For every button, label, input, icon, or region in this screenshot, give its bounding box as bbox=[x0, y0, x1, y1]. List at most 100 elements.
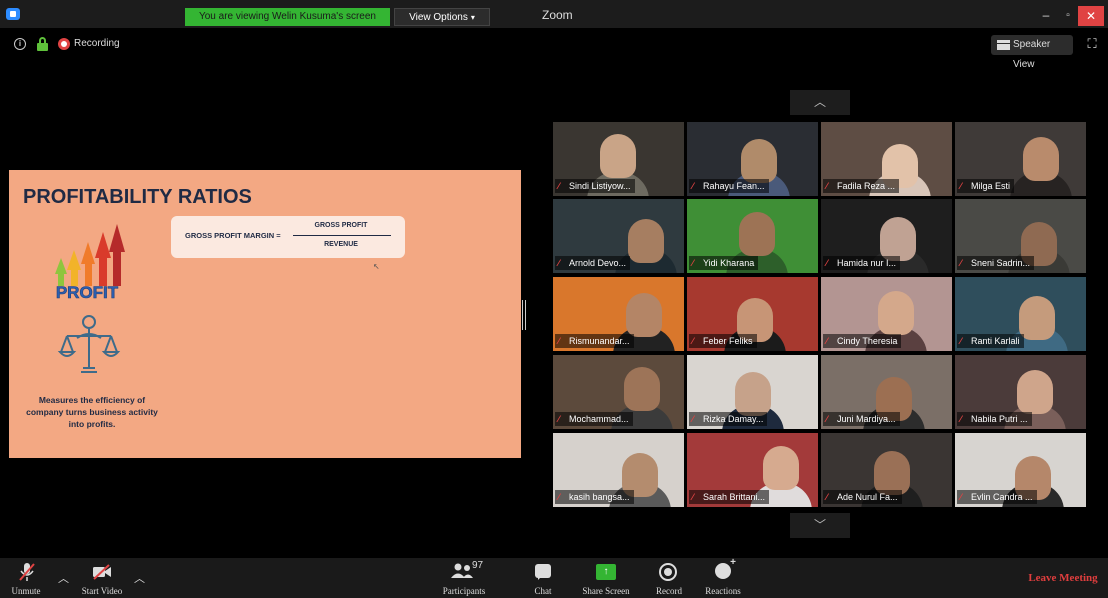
fullscreen-icon[interactable]: ⛶ bbox=[1085, 37, 1099, 51]
start-video-button[interactable]: Start Video bbox=[74, 558, 130, 598]
shared-screen-slide: PROFITABILITY RATIOS GROSS PROFIT MARGIN… bbox=[9, 170, 521, 458]
participant-video-tile[interactable]: ⁄ Rismunandar... bbox=[553, 277, 684, 351]
participant-name: Sneni Sadrin... bbox=[971, 258, 1031, 268]
participant-video-tile[interactable]: ⁄ Hamida nur I... bbox=[821, 199, 952, 273]
gallery-prev-page-button[interactable]: ︿ bbox=[790, 90, 850, 115]
audio-options-caret-icon[interactable]: ︿ bbox=[58, 570, 69, 586]
speaker-view-icon bbox=[997, 40, 1010, 50]
participant-nameplate: ⁄ Rahayu Fean... bbox=[689, 179, 769, 193]
muted-microphone-icon: ⁄ bbox=[692, 336, 694, 346]
chat-button[interactable]: Chat bbox=[524, 558, 562, 598]
video-options-caret-icon[interactable]: ︿ bbox=[134, 570, 145, 586]
reactions-icon bbox=[715, 557, 736, 579]
muted-microphone-icon: ⁄ bbox=[558, 492, 560, 502]
participant-name: Cindy Theresia bbox=[837, 336, 898, 346]
participant-face bbox=[741, 139, 777, 183]
view-options-label: View Options bbox=[409, 12, 468, 23]
muted-microphone-icon: ⁄ bbox=[826, 492, 828, 502]
participant-name: Ade Nurul Fa... bbox=[837, 492, 898, 502]
participant-name: Yidi Kharana bbox=[703, 258, 755, 268]
participant-video-tile[interactable]: ⁄ Milga Esti bbox=[955, 122, 1086, 196]
participant-face bbox=[1023, 137, 1059, 181]
unmute-button[interactable]: Unmute bbox=[0, 558, 52, 598]
participant-video-tile[interactable]: ⁄ Feber Feliks bbox=[687, 277, 818, 351]
gallery-next-page-button[interactable]: ﹀ bbox=[790, 513, 850, 538]
chevron-up-icon: ︿ bbox=[813, 95, 826, 109]
participant-nameplate: ⁄ Sneni Sadrin... bbox=[957, 256, 1035, 270]
participants-label: Participants bbox=[442, 586, 486, 596]
reactions-button[interactable]: Reactions bbox=[700, 557, 746, 598]
participant-video-tile[interactable]: ⁄ Yidi Kharana bbox=[687, 199, 818, 273]
record-label: Record bbox=[656, 586, 682, 596]
minimize-button[interactable]: – bbox=[1035, 8, 1057, 24]
participant-video-tile[interactable]: ⁄ Nabila Putri ... bbox=[955, 355, 1086, 429]
muted-microphone-icon: ⁄ bbox=[960, 492, 962, 502]
slide-title: PROFITABILITY RATIOS bbox=[23, 186, 252, 208]
participant-name: Juni Mardiya... bbox=[837, 414, 896, 424]
participant-video-tile[interactable]: ⁄ kasih bangsa... bbox=[553, 433, 684, 507]
participant-nameplate: ⁄ Ranti Karlali bbox=[957, 334, 1024, 348]
maximize-button[interactable]: ▫ bbox=[1057, 8, 1079, 24]
lock-icon[interactable] bbox=[37, 37, 48, 51]
participant-video-tile[interactable]: ⁄ Mochammad... bbox=[553, 355, 684, 429]
participant-video-tile[interactable]: ⁄ Sarah Brittani... bbox=[687, 433, 818, 507]
share-screen-button[interactable]: ↑ Share Screen bbox=[578, 558, 634, 598]
participant-video-tile[interactable]: ⁄ Sneni Sadrin... bbox=[955, 199, 1086, 273]
start-video-label: Start Video bbox=[81, 586, 123, 596]
participant-video-tile[interactable]: ⁄ Fadila Reza ... bbox=[821, 122, 952, 196]
participant-nameplate: ⁄ Rismunandar... bbox=[555, 334, 634, 348]
participant-video-tile[interactable]: ⁄ Juni Mardiya... bbox=[821, 355, 952, 429]
formula-denominator: REVENUE bbox=[324, 241, 358, 248]
participant-face bbox=[880, 217, 916, 261]
formula-box: GROSS PROFIT MARGIN = GROSS PROFIT REVEN… bbox=[171, 216, 405, 258]
participant-nameplate: ⁄ Feber Feliks bbox=[689, 334, 757, 348]
record-button[interactable]: Record bbox=[652, 558, 686, 598]
muted-microphone-icon: ⁄ bbox=[960, 336, 962, 346]
participant-face bbox=[878, 291, 914, 335]
participant-video-tile[interactable]: ⁄ Ade Nurul Fa... bbox=[821, 433, 952, 507]
participant-nameplate: ⁄ Rizka Damay... bbox=[689, 412, 768, 426]
meeting-toolbar: Unmute ︿ Start Video ︿ 97 Participants C… bbox=[0, 557, 1108, 598]
participant-video-tile[interactable]: ⁄ Sindi Listiyow... bbox=[553, 122, 684, 196]
recording-label: Recording bbox=[74, 38, 120, 49]
participant-nameplate: ⁄ Hamida nur I... bbox=[823, 256, 901, 270]
participants-button[interactable]: 97 Participants bbox=[434, 558, 494, 598]
participant-nameplate: ⁄ Cindy Theresia bbox=[823, 334, 902, 348]
info-icon[interactable]: i bbox=[14, 38, 26, 50]
participant-video-tile[interactable]: ⁄ Ranti Karlali bbox=[955, 277, 1086, 351]
muted-microphone-icon: ⁄ bbox=[558, 258, 560, 268]
muted-microphone-icon bbox=[19, 563, 35, 581]
muted-microphone-icon: ⁄ bbox=[692, 492, 694, 502]
chevron-down-icon: ﹀ bbox=[813, 518, 826, 532]
participant-nameplate: ⁄ Arnold Devo... bbox=[555, 256, 631, 270]
participant-name: Ranti Karlali bbox=[971, 336, 1020, 346]
participant-name: Rismunandar... bbox=[569, 336, 630, 346]
participant-video-tile[interactable]: ⁄ Rahayu Fean... bbox=[687, 122, 818, 196]
speaker-view-button[interactable]: Speaker View bbox=[991, 35, 1073, 70]
participant-video-tile[interactable]: ⁄ Cindy Theresia bbox=[821, 277, 952, 351]
profit-arrows-graphic: PROFIT bbox=[55, 224, 125, 302]
participant-face bbox=[626, 293, 662, 337]
muted-microphone-icon: ⁄ bbox=[558, 181, 560, 191]
close-button[interactable]: ✕ bbox=[1078, 6, 1104, 26]
panel-resize-handle[interactable] bbox=[522, 300, 526, 330]
mouse-cursor-icon: ↖ bbox=[373, 262, 380, 271]
participant-face bbox=[735, 372, 771, 416]
participants-icon bbox=[451, 563, 473, 578]
participant-name: Mochammad... bbox=[569, 414, 629, 424]
slide-caption: Measures the efficiency of company turns… bbox=[26, 395, 158, 429]
zoom-app-icon bbox=[6, 8, 20, 20]
muted-microphone-icon: ⁄ bbox=[558, 414, 560, 424]
muted-microphone-icon: ⁄ bbox=[960, 414, 962, 424]
participant-nameplate: ⁄ Fadila Reza ... bbox=[823, 179, 900, 193]
view-options-button[interactable]: View Options ▾ bbox=[394, 8, 490, 26]
window-titlebar: You are viewing Welin Kusuma's screen Vi… bbox=[0, 0, 1108, 28]
chat-icon bbox=[535, 564, 551, 580]
participant-video-tile[interactable]: ⁄ Arnold Devo... bbox=[553, 199, 684, 273]
participant-count: 97 bbox=[472, 560, 484, 571]
participant-video-tile[interactable]: ⁄ Rizka Damay... bbox=[687, 355, 818, 429]
chevron-down-icon: ▾ bbox=[470, 13, 475, 22]
participant-video-tile[interactable]: ⁄ Evlin Candra ... bbox=[955, 433, 1086, 507]
participant-name: Milga Esti bbox=[971, 181, 1011, 191]
leave-meeting-button[interactable]: Leave Meeting bbox=[1022, 572, 1104, 584]
